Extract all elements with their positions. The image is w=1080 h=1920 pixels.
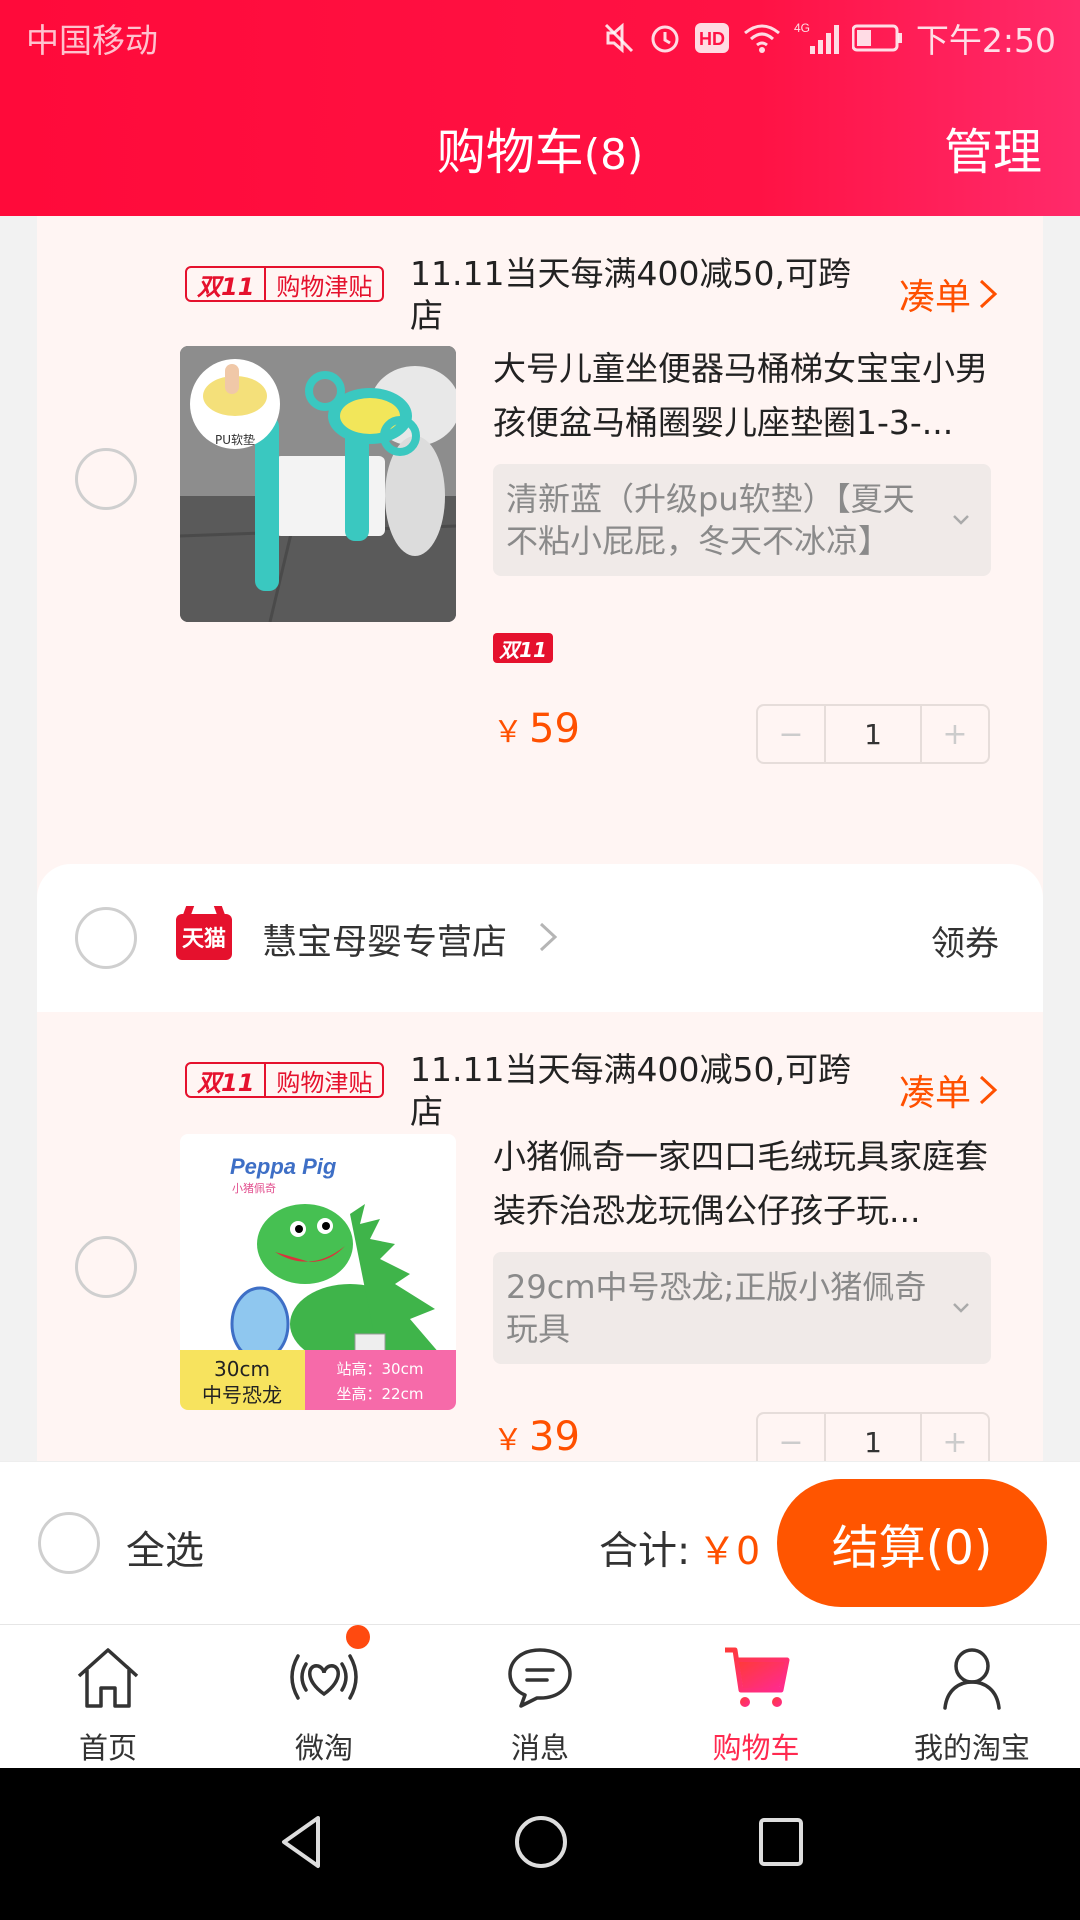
- back-icon[interactable]: [276, 1812, 326, 1872]
- svg-text:4G: 4G: [794, 21, 810, 35]
- svg-text:HD: HD: [699, 29, 725, 49]
- store-name[interactable]: 慧宝母婴专营店: [262, 914, 507, 965]
- svg-text:坐高：22cm: 坐高：22cm: [337, 1385, 424, 1403]
- svg-text:中号恐龙: 中号恐龙: [202, 1383, 282, 1407]
- get-coupon-button[interactable]: 领券: [931, 916, 999, 965]
- mute-icon: [604, 22, 633, 53]
- tab-messages[interactable]: 消息: [432, 1625, 648, 1768]
- increase-button[interactable]: +: [922, 706, 988, 762]
- cart-count: (8): [583, 130, 644, 179]
- profile-icon: [943, 1648, 1001, 1710]
- item-title[interactable]: 大号儿童坐便器马桶梯女宝宝小男孩便盆马桶圈婴儿座垫圈1-3-...: [493, 342, 1013, 450]
- message-icon: [508, 1648, 572, 1708]
- select-all-radio[interactable]: [38, 1512, 100, 1574]
- cart-item: PU软垫 大号儿童坐便器马桶梯女宝宝小男孩便盆马桶圈婴儿座垫圈1-3-... 清…: [37, 346, 1043, 806]
- tab-home[interactable]: 首页: [0, 1625, 216, 1768]
- product-image[interactable]: PU软垫: [180, 346, 456, 622]
- chevron-right-icon: [979, 1075, 998, 1105]
- add-items-link[interactable]: 凑单: [899, 268, 999, 320]
- clock: 下午2:50: [915, 20, 1056, 60]
- svg-text:30cm: 30cm: [214, 1357, 270, 1381]
- tab-cart[interactable]: 购物车: [648, 1625, 864, 1768]
- store-select-radio[interactable]: [75, 907, 137, 969]
- system-nav-bar: [0, 1768, 1080, 1920]
- sku-selector[interactable]: 清新蓝（升级pu软垫）【夏天不粘小屁屁，冬天不冰凉】: [493, 464, 991, 576]
- status-icons: HD 4G 下午2:50: [602, 14, 1056, 62]
- carrier-label: 中国移动: [26, 20, 158, 60]
- chevron-down-icon: [953, 515, 969, 525]
- store-card: 天猫 慧宝母婴专营店 领券 双11 购物津贴 11.11当天每满400减50,可…: [37, 864, 1043, 1461]
- home-circle-icon[interactable]: [513, 1812, 569, 1872]
- promo-row: 双11 购物津贴 11.11当天每满400减50,可跨店 凑单: [37, 216, 1043, 346]
- double11-allowance-badge: 双11 购物津贴: [185, 266, 385, 302]
- manage-button[interactable]: 管理: [944, 113, 1042, 184]
- status-bar: 中国移动 HD 4G 下午2:50: [0, 0, 1080, 75]
- title-bar: 购物车(8) 管理: [0, 75, 1080, 216]
- signal-4g-icon: 4G: [794, 21, 839, 54]
- promo-text: 11.11当天每满400减50,可跨店: [410, 254, 851, 335]
- svg-text:Peppa Pig: Peppa Pig: [230, 1154, 337, 1179]
- quantity-value[interactable]: 1: [824, 1414, 922, 1461]
- tmall-logo: 天猫: [176, 914, 232, 960]
- notification-dot: [346, 1625, 370, 1649]
- item-select-radio[interactable]: [75, 448, 137, 510]
- page-title: 购物车(8): [436, 124, 644, 181]
- wifi-icon: [743, 24, 780, 53]
- product-image[interactable]: Peppa Pig 小猪佩奇 30cm 中号恐龙 站高：30cm 坐高：22cm: [180, 1134, 456, 1410]
- decrease-button[interactable]: −: [758, 1414, 824, 1461]
- bottom-tab-bar: 首页 微淘 消息 购物车 我的淘宝: [0, 1624, 1080, 1768]
- quantity-value[interactable]: 1: [824, 706, 922, 762]
- hd-icon: HD: [694, 22, 729, 53]
- quantity-stepper: − 1 +: [756, 1412, 990, 1461]
- alarm-icon: [651, 25, 679, 52]
- battery-icon: [851, 24, 902, 51]
- add-items-link[interactable]: 凑单: [899, 1064, 999, 1116]
- chevron-right-icon: [979, 279, 998, 309]
- total-value: ￥0: [698, 1529, 761, 1573]
- header: 中国移动 HD 4G 下午2:50 购物车(8) 管理: [0, 0, 1080, 216]
- cart-icon: [725, 1647, 790, 1707]
- cart-item: Peppa Pig 小猪佩奇 30cm 中号恐龙 站高：30cm 坐高：22cm: [37, 1134, 1043, 1461]
- item-title[interactable]: 小猪佩奇一家四口毛绒玩具家庭套装乔治恐龙玩偶公仔孩子玩...: [493, 1130, 1013, 1238]
- cart-list[interactable]: 双11 购物津贴 11.11当天每满400减50,可跨店 凑单 PU软垫 大号儿…: [0, 216, 1080, 1461]
- total-label: 合计:: [599, 1529, 691, 1574]
- quantity-stepper: − 1 +: [756, 704, 990, 764]
- decrease-button[interactable]: −: [758, 706, 824, 762]
- store-header: 天猫 慧宝母婴专营店 领券: [37, 864, 1043, 1012]
- sku-selector[interactable]: 29cm中号恐龙;正版小猪佩奇玩具: [493, 1252, 991, 1364]
- increase-button[interactable]: +: [922, 1414, 988, 1461]
- chevron-right-icon[interactable]: [537, 920, 559, 954]
- svg-text:站高：30cm: 站高：30cm: [337, 1360, 424, 1378]
- double11-tag: 双11: [493, 633, 553, 663]
- promo-row: 双11 购物津贴 11.11当天每满400减50,可跨店 凑单: [37, 1012, 1043, 1142]
- item-price: ￥ 59: [493, 706, 580, 752]
- checkout-button[interactable]: 结算(0): [777, 1479, 1047, 1607]
- select-all-label[interactable]: 全选: [126, 1520, 204, 1576]
- recents-icon[interactable]: [756, 1812, 806, 1872]
- svg-text:PU软垫: PU软垫: [215, 432, 255, 447]
- chevron-down-icon: [953, 1303, 969, 1313]
- promo-text: 11.11当天每满400减50,可跨店: [410, 1050, 851, 1131]
- home-icon: [77, 1648, 139, 1708]
- tab-my-taobao[interactable]: 我的淘宝: [864, 1625, 1080, 1768]
- svg-text:小猪佩奇: 小猪佩奇: [232, 1181, 276, 1195]
- tab-weitao[interactable]: 微淘: [216, 1625, 432, 1768]
- item-price: ￥ 39: [493, 1414, 580, 1460]
- item-select-radio[interactable]: [75, 1236, 137, 1298]
- double11-allowance-badge: 双11 购物津贴: [185, 1062, 385, 1098]
- checkout-bar: 全选 合计: ￥0 结算(0): [0, 1461, 1080, 1624]
- weitao-icon: [290, 1654, 358, 1700]
